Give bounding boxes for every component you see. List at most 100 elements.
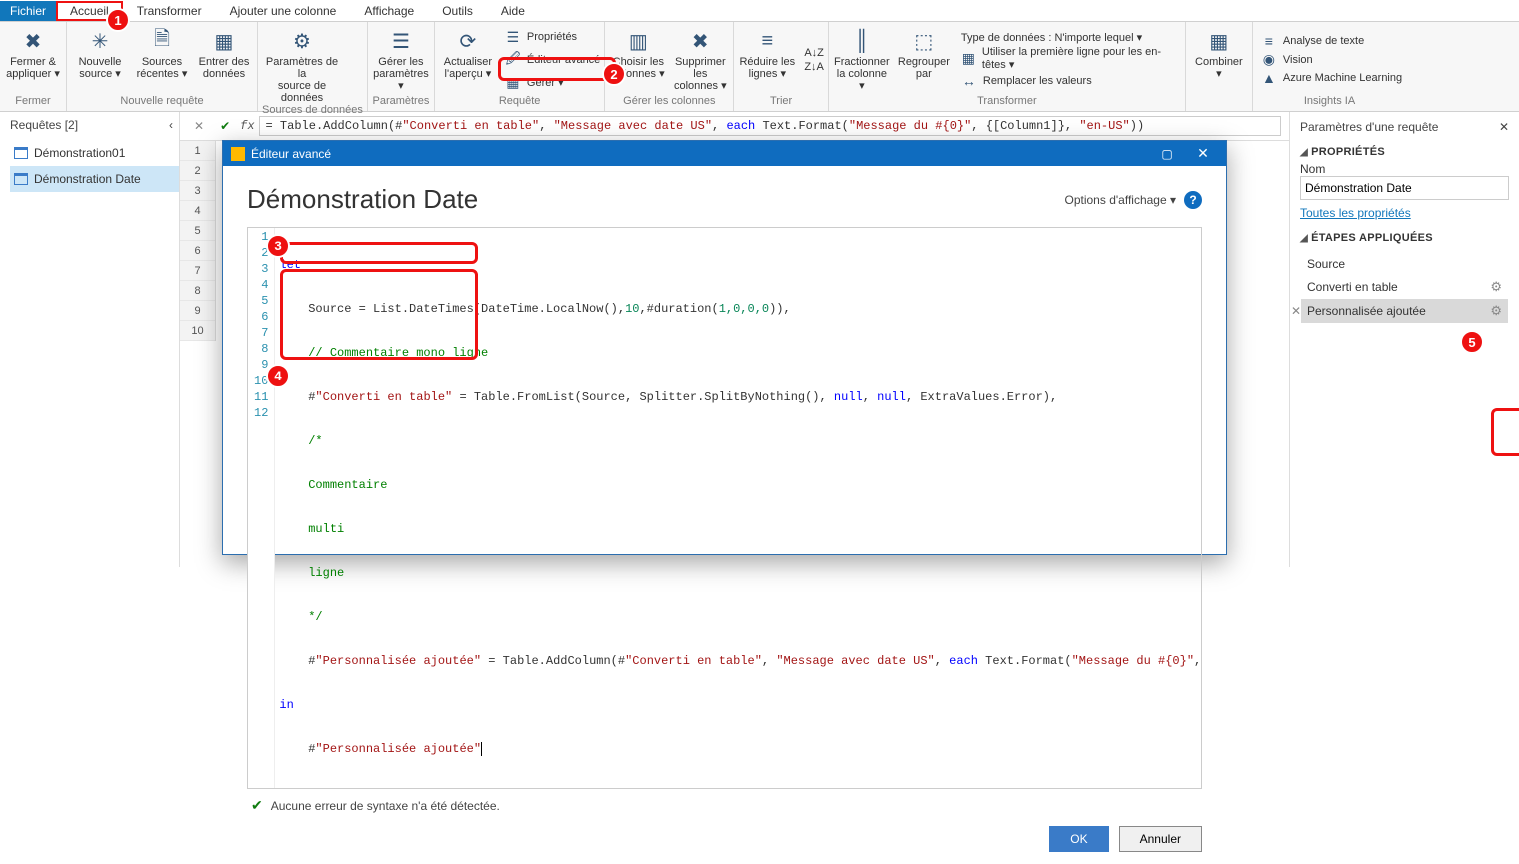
collapse-queries-icon[interactable]: ‹ [169,118,173,132]
annotation-badge-4: 4 [266,364,290,388]
annotation-badge-2: 2 [602,62,626,86]
editor-icon: 🖉 [505,48,521,72]
remove-columns-button[interactable]: ✖ Supprimer lescolonnes ▾ [671,24,729,95]
replace-icon: ↔ [961,73,977,89]
apply-formula-icon[interactable]: ✔ [214,117,236,136]
replace-values-button[interactable]: ↔ Remplacer les valeurs [961,73,1181,89]
azure-ml-button[interactable]: ▲ Azure Machine Learning [1261,70,1402,86]
ribbon-group-close: ✖ Fermer &appliquer ▾ Fermer [0,22,67,111]
line-gutter: 1 2 3 4 5 6 7 8 9 10 11 12 [248,228,275,788]
delete-step-icon[interactable]: ✕ [1291,304,1301,318]
close-icon: ✖ [17,26,49,56]
advanced-editor-button[interactable]: 🖉 Éditeur avancé [505,48,600,72]
split-icon: ║ [846,26,878,56]
help-icon[interactable]: ? [1184,191,1202,209]
advanced-editor-dialog: Éditeur avancé ▢ ✕ Démonstration Date Op… [222,140,1227,555]
group-label: Nouvelle requête [71,95,253,109]
data-type-button[interactable]: Type de données : N'importe lequel ▾ [961,31,1181,44]
query-item[interactable]: Démonstration01 [10,140,179,166]
query-item[interactable]: Démonstration Date [10,166,179,192]
applied-step[interactable]: Source [1301,253,1508,275]
reduce-rows-button[interactable]: ≡ Réduire leslignes ▾ [738,24,796,95]
ribbon-group-datasources: ⚙ Paramètres de lasource de données Sour… [258,22,368,111]
annotation-highlight-4 [280,269,478,360]
combine-button[interactable]: ▦ Combiner▾ [1190,24,1248,95]
ribbon-group-new-query: ✳ Nouvellesource ▾ 🗎 Sourcesrécentes ▾ ▦… [67,22,258,111]
azure-icon: ▲ [1261,70,1277,86]
ribbon-group-split: ║ Fractionnerla colonne ▾ ⬚ Regrouperpar… [829,22,1186,111]
sort-desc-button[interactable]: Z↓A [804,61,824,73]
settings-title: Paramètres d'une requête [1300,120,1438,134]
annotation-badge-1: 1 [106,8,130,32]
queries-title: Requêtes [2] [10,118,78,132]
group-label: Insights IA [1257,95,1402,109]
code-editor[interactable]: 1 2 3 4 5 6 7 8 9 10 11 12 let Source = … [247,227,1202,789]
annotation-highlight-5 [1491,408,1519,456]
row-numbers: 1 2 3 4 5 6 7 8 9 10 [180,141,216,341]
params-icon: ☰ [385,26,417,56]
formula-input[interactable]: = Table.AddColumn(#"Converti en table", … [259,116,1281,136]
all-properties-link[interactable]: Toutes les propriétés [1300,206,1411,220]
ribbon-tabs: Fichier Accueil Transformer Ajouter une … [0,0,1519,22]
table-icon [14,147,28,159]
applied-step[interactable]: Converti en table ⚙ [1301,275,1508,299]
close-settings-icon[interactable]: ✕ [1499,120,1509,134]
vision-icon: ◉ [1261,51,1277,68]
manage-icon: ▦ [505,74,521,91]
properties-icon: ☰ [505,29,521,46]
enter-data-button[interactable]: ▦ Entrer desdonnées [195,24,253,95]
tab-help[interactable]: Aide [487,1,539,21]
query-settings-pane: Paramètres d'une requête ✕ PROPRIÉTÉS No… [1289,112,1519,567]
reduce-rows-icon: ≡ [751,26,783,56]
text-analytics-button[interactable]: ≡ Analyse de texte [1261,33,1402,49]
first-row-headers-button[interactable]: ▦ Utiliser la première ligne pour les en… [961,46,1181,71]
ribbon-group-query: ⟳ Actualiserl'aperçu ▾ ☰ Propriétés 🖉 Éd… [435,22,605,111]
vision-button[interactable]: ◉ Vision [1261,51,1402,68]
name-label: Nom [1300,162,1509,176]
gear-icon[interactable]: ⚙ [1490,279,1502,295]
tab-add-column[interactable]: Ajouter une colonne [216,1,351,21]
sort-asc-button[interactable]: A↓Z [804,47,824,59]
syntax-status: ✔ Aucune erreur de syntaxe n'a été détec… [247,789,1202,818]
group-label [1190,95,1248,109]
manage-params-button[interactable]: ☰ Gérer lesparamètres ▾ [372,24,430,95]
remove-columns-icon: ✖ [684,26,716,56]
close-apply-button[interactable]: ✖ Fermer &appliquer ▾ [4,24,62,95]
close-icon[interactable]: ✕ [1188,145,1218,162]
text-analytics-icon: ≡ [1261,33,1277,49]
display-options-button[interactable]: Options d'affichage ▾ [1065,193,1177,207]
manage-query-button[interactable]: ▦ Gérer ▾ [505,74,600,91]
ribbon-group-ia: ≡ Analyse de texte ◉ Vision ▲ Azure Mach… [1253,22,1406,111]
tab-view[interactable]: Affichage [350,1,428,21]
ribbon-group-columns: ▥ Choisir lescolonnes ▾ ✖ Supprimer lesc… [605,22,734,111]
cancel-formula-icon[interactable]: ✕ [188,117,210,136]
ribbon: ✖ Fermer &appliquer ▾ Fermer ✳ Nouvelles… [0,22,1519,112]
check-icon: ✔ [251,797,263,814]
ok-button[interactable]: OK [1049,826,1108,852]
tab-file[interactable]: Fichier [0,1,56,21]
ribbon-group-rows: ≡ Réduire leslignes ▾ A↓Z Z↓A Trier [734,22,829,111]
tab-transform[interactable]: Transformer [123,1,216,21]
applied-step[interactable]: ✕ Personnalisée ajoutée ⚙ [1301,299,1508,323]
refresh-preview-button[interactable]: ⟳ Actualiserl'aperçu ▾ [439,24,497,95]
query-name-input[interactable] [1300,176,1509,200]
maximize-icon[interactable]: ▢ [1152,147,1182,161]
new-source-button[interactable]: ✳ Nouvellesource ▾ [71,24,129,95]
powerbi-logo-icon [231,147,245,161]
properties-button[interactable]: ☰ Propriétés [505,29,600,46]
datasource-settings-button[interactable]: ⚙ Paramètres de lasource de données [262,24,342,104]
queries-pane: Requêtes [2] ‹ Démonstration01 Démonstra… [0,112,180,567]
cancel-button[interactable]: Annuler [1119,826,1202,852]
recent-icon: 🗎 [146,26,178,56]
split-column-button[interactable]: ║ Fractionnerla colonne ▾ [833,24,891,95]
tab-tools[interactable]: Outils [428,1,487,21]
gear-icon[interactable]: ⚙ [1490,303,1502,319]
recent-sources-button[interactable]: 🗎 Sourcesrécentes ▾ [133,24,191,95]
annotation-badge-3: 3 [266,234,290,258]
fx-label: fx [240,119,254,133]
group-by-icon: ⬚ [908,26,940,56]
group-by-button[interactable]: ⬚ Regrouperpar [895,24,953,95]
group-label: Gérer les colonnes [609,95,729,109]
ribbon-group-params: ☰ Gérer lesparamètres ▾ Paramètres [368,22,435,111]
annotation-highlight-3 [280,242,478,264]
